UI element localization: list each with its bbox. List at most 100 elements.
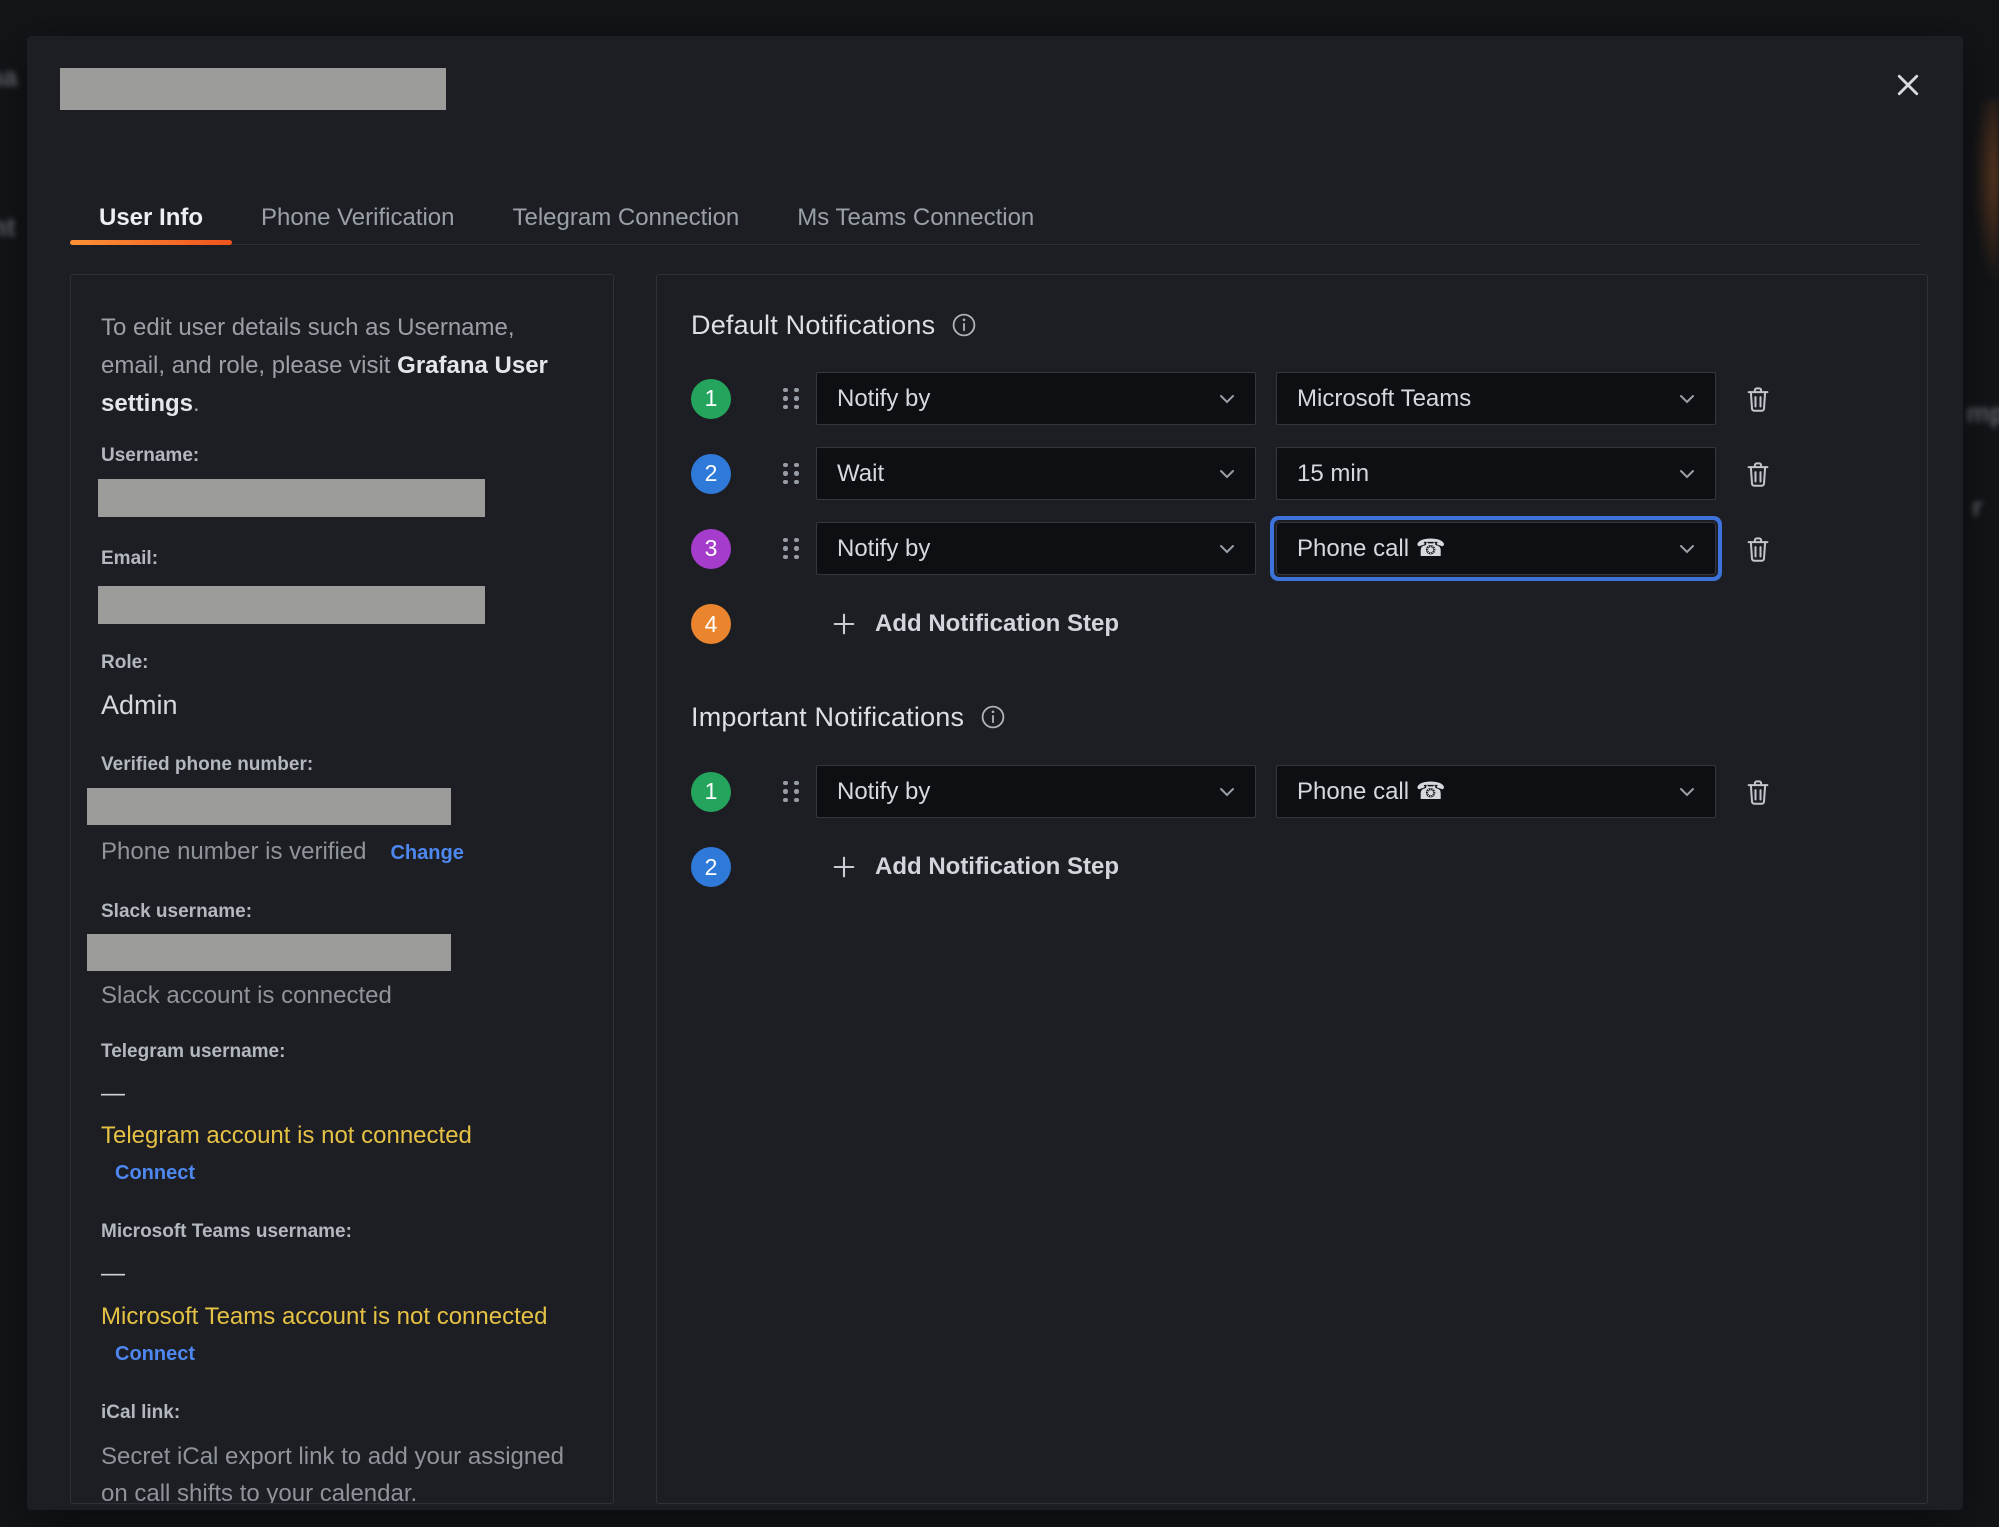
step-number-badge: 2 (691, 454, 731, 494)
select-value-text: Phone call ☎ (1297, 777, 1446, 806)
wait-type-select[interactable]: Wait (816, 447, 1256, 500)
notify-type-select[interactable]: Notify by (816, 765, 1256, 818)
tab-bar: User Info Phone Verification Telegram Co… (70, 192, 1920, 245)
user-settings-modal: User Info Phone Verification Telegram Co… (27, 36, 1963, 1510)
tab-label: Telegram Connection (512, 204, 739, 232)
change-phone-link[interactable]: Change (390, 842, 463, 865)
close-button[interactable] (1887, 64, 1929, 106)
select-value-text: Notify by (837, 778, 930, 806)
add-notification-step-button[interactable]: Add Notification Step (830, 853, 1119, 881)
chevron-down-icon (1219, 787, 1235, 797)
redacted-phone-number[interactable] (87, 788, 451, 825)
tab-user-info[interactable]: User Info (70, 192, 232, 244)
slack-status: Slack account is connected (101, 980, 583, 1012)
tab-label: Ms Teams Connection (797, 204, 1034, 232)
tab-label: Phone Verification (261, 204, 454, 232)
user-info-intro: To edit user details such as Username, e… (101, 309, 571, 423)
role-label: Role: (101, 652, 583, 674)
select-value-text: Wait (837, 460, 884, 488)
step-number-badge: 1 (691, 772, 731, 812)
add-step-row: 4 Add Notification Step (691, 602, 1927, 646)
background-text-fragment: mp (1966, 398, 1999, 429)
redacted-slack-username[interactable] (87, 934, 451, 971)
chevron-down-icon (1219, 544, 1235, 554)
delete-step-button[interactable] (1743, 776, 1773, 808)
notification-step-row: 3 Notify by Phone call ☎ (691, 522, 1927, 575)
background-text-fragment: nt (0, 212, 15, 243)
notify-channel-select[interactable]: Microsoft Teams (1276, 372, 1716, 425)
notification-step-row: 1 Notify by Microsoft Teams (691, 372, 1927, 425)
close-icon (1893, 70, 1923, 100)
redacted-username-input[interactable] (98, 479, 485, 517)
select-value-text: Phone call ☎ (1297, 534, 1446, 563)
background-text-fragment: ha (0, 62, 18, 93)
notify-type-select[interactable]: Notify by (816, 522, 1256, 575)
msteams-username-label: Microsoft Teams username: (101, 1221, 583, 1243)
telegram-username-label: Telegram username: (101, 1041, 583, 1063)
select-value-text: 15 min (1297, 460, 1369, 488)
ical-link-label: iCal link: (101, 1402, 583, 1424)
redacted-email-input[interactable] (98, 586, 485, 624)
drag-handle-icon[interactable] (783, 538, 799, 560)
slack-username-label: Slack username: (101, 901, 583, 923)
notify-type-select[interactable]: Notify by (816, 372, 1256, 425)
section-title: Important Notifications (691, 700, 964, 734)
tab-phone-verification[interactable]: Phone Verification (232, 192, 483, 244)
info-icon[interactable] (951, 312, 977, 338)
phone-status-line: Phone number is verifiedChange (101, 836, 583, 868)
select-value-text: Notify by (837, 385, 930, 413)
chevron-down-icon (1679, 469, 1695, 479)
background-text-fragment: r (1972, 492, 1983, 523)
add-step-label: Add Notification Step (875, 853, 1119, 881)
trash-icon (1743, 458, 1773, 490)
drag-handle-icon[interactable] (783, 388, 799, 410)
redacted-user-title (60, 68, 446, 110)
step-number-badge: 1 (691, 379, 731, 419)
background-smudge (1973, 100, 1999, 290)
important-notifications-header: Important Notifications (691, 700, 1927, 734)
chevron-down-icon (1679, 394, 1695, 404)
chevron-down-icon (1219, 394, 1235, 404)
wait-duration-select[interactable]: 15 min (1276, 447, 1716, 500)
add-step-label: Add Notification Step (875, 610, 1119, 638)
drag-handle-icon[interactable] (783, 781, 799, 803)
notification-step-row: 2 Wait 15 min (691, 447, 1927, 500)
connect-telegram-link[interactable]: Connect (115, 1162, 195, 1185)
default-notifications-header: Default Notifications (691, 308, 1927, 342)
username-label: Username: (101, 445, 583, 467)
telegram-username-value: — (101, 1081, 583, 1107)
step-number-badge: 3 (691, 529, 731, 569)
msteams-not-connected-warning: Microsoft Teams account is not connected (101, 1301, 583, 1333)
delete-step-button[interactable] (1743, 533, 1773, 565)
trash-icon (1743, 383, 1773, 415)
trash-icon (1743, 776, 1773, 808)
step-number-badge: 2 (691, 847, 731, 887)
tab-ms-teams-connection[interactable]: Ms Teams Connection (768, 192, 1063, 244)
trash-icon (1743, 533, 1773, 565)
verified-phone-label: Verified phone number: (101, 754, 583, 776)
delete-step-button[interactable] (1743, 383, 1773, 415)
select-value-text: Notify by (837, 535, 930, 563)
chevron-down-icon (1679, 787, 1695, 797)
section-title: Default Notifications (691, 308, 935, 342)
ical-description: Secret iCal export link to add your assi… (101, 1438, 581, 1504)
notify-channel-select-focused[interactable]: Phone call ☎ (1276, 522, 1716, 575)
info-icon[interactable] (980, 704, 1006, 730)
plus-icon (830, 853, 858, 881)
tab-label: User Info (99, 204, 203, 232)
plus-icon (830, 610, 858, 638)
email-label: Email: (101, 548, 583, 570)
connect-msteams-link[interactable]: Connect (115, 1343, 195, 1366)
delete-step-button[interactable] (1743, 458, 1773, 490)
add-notification-step-button[interactable]: Add Notification Step (830, 610, 1119, 638)
chevron-down-icon (1679, 544, 1695, 554)
add-step-row: 2 Add Notification Step (691, 845, 1927, 889)
notification-settings-panel: Default Notifications 1 Notify by Micros… (656, 274, 1928, 1504)
msteams-username-value: — (101, 1261, 583, 1287)
telegram-not-connected-warning: Telegram account is not connected (101, 1120, 583, 1152)
drag-handle-icon[interactable] (783, 463, 799, 485)
notify-channel-select[interactable]: Phone call ☎ (1276, 765, 1716, 818)
notification-step-row: 1 Notify by Phone call ☎ (691, 765, 1927, 818)
tab-telegram-connection[interactable]: Telegram Connection (483, 192, 768, 244)
step-number-badge: 4 (691, 604, 731, 644)
